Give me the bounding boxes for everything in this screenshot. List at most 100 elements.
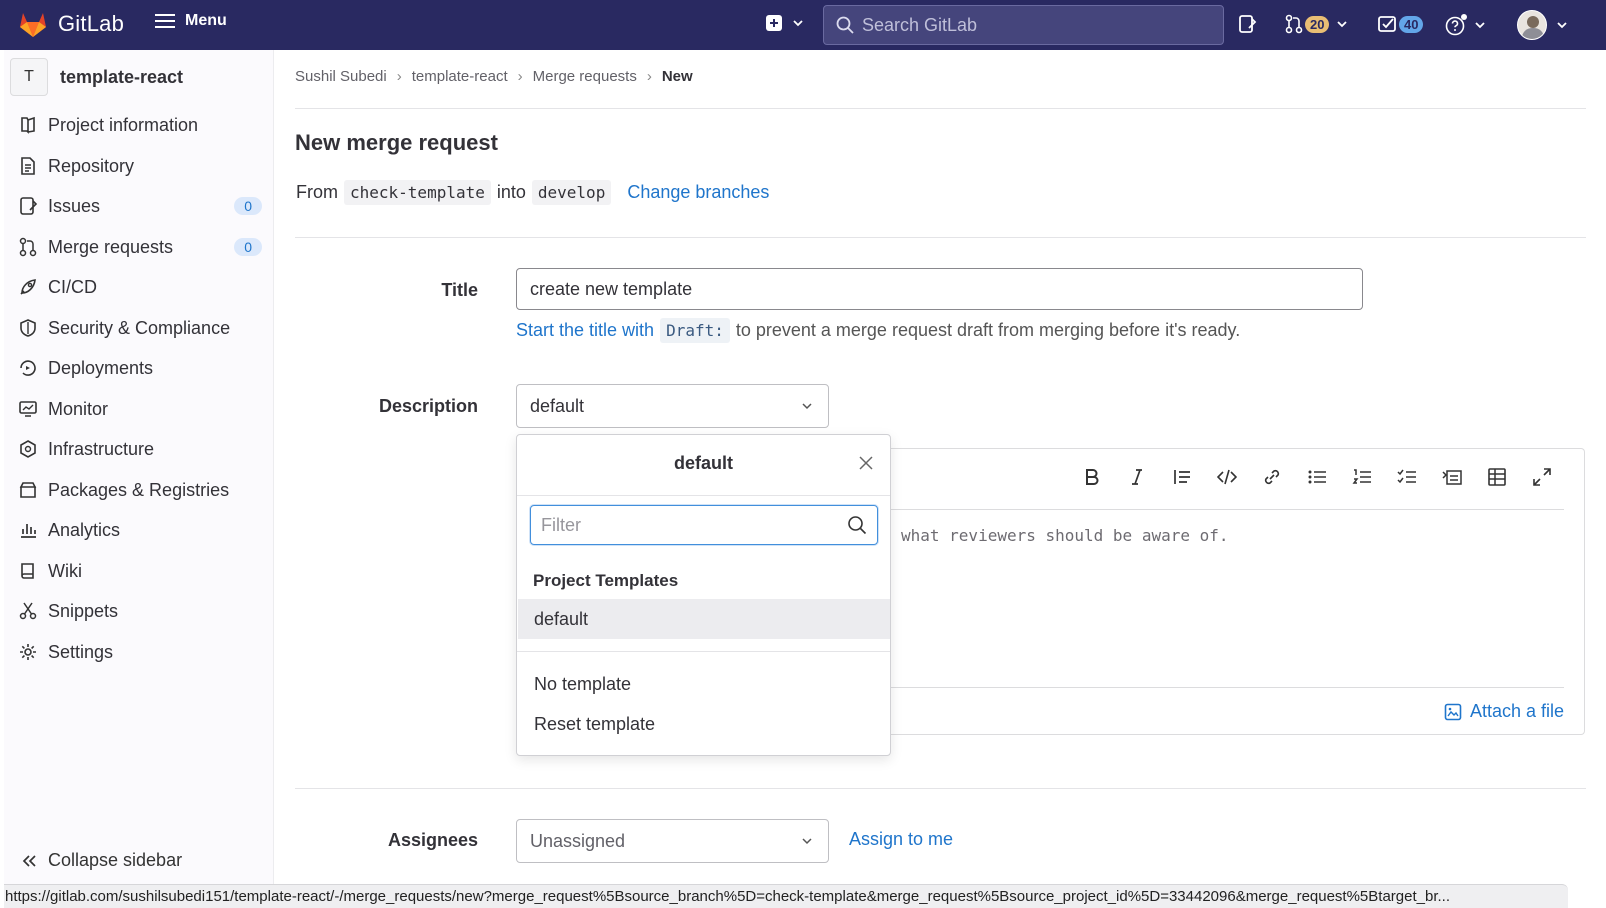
chevron-down-icon: [793, 20, 803, 27]
package-icon: [19, 482, 37, 498]
editor-toolbar: [1069, 461, 1564, 493]
document-icon: [21, 157, 35, 175]
code-button[interactable]: [1204, 461, 1249, 493]
collapsible-button[interactable]: [1429, 461, 1474, 493]
chevron-down-icon: [802, 403, 812, 410]
sidebar-item-wiki[interactable]: Wiki: [18, 552, 264, 590]
divider: [517, 651, 890, 652]
filter-placeholder: Filter: [541, 514, 581, 535]
cloud-gear-icon: [20, 440, 36, 458]
italic-button[interactable]: [1114, 461, 1159, 493]
issues-count-badge: 0: [234, 197, 262, 215]
table-button[interactable]: [1474, 461, 1519, 493]
fullscreen-button[interactable]: [1519, 461, 1564, 493]
filter-input[interactable]: Filter: [530, 505, 878, 545]
numbered-list-button[interactable]: [1339, 461, 1384, 493]
breadcrumb-project[interactable]: template-react: [412, 68, 508, 85]
deployments-icon: [20, 360, 36, 376]
project-header[interactable]: T template-react: [10, 58, 183, 96]
issues-icon: [20, 197, 38, 215]
sidebar-item-label: CI/CD: [48, 276, 97, 297]
merge-requests-nav-button[interactable]: 20: [1285, 14, 1349, 34]
sidebar-item-packages-registries[interactable]: Packages & Registries: [18, 471, 264, 509]
rocket-icon: [20, 279, 36, 295]
attach-file-button[interactable]: Attach a file: [1444, 701, 1564, 722]
draft-code: Draft:: [660, 318, 730, 343]
sidebar-item-merge-requests[interactable]: Merge requests 0: [18, 228, 264, 266]
title-input[interactable]: create new template: [516, 268, 1363, 310]
breadcrumb: Sushil Subedi › template-react › Merge r…: [295, 68, 693, 85]
breadcrumb-current[interactable]: New: [662, 68, 693, 85]
collapsible-section-icon: [1441, 470, 1462, 485]
bold-icon: [1085, 469, 1098, 485]
template-option-default[interactable]: default: [518, 599, 890, 639]
divider: [870, 687, 1564, 688]
change-branches-link[interactable]: Change branches: [627, 182, 769, 203]
help-icon: [1445, 14, 1467, 36]
browser-status-url: https://gitlab.com/sushilsubedi151/templ…: [4, 884, 1568, 908]
merge-request-icon: [1285, 14, 1303, 34]
scissors-icon: [19, 602, 37, 620]
sidebar-item-monitor[interactable]: Monitor: [18, 390, 264, 428]
issues-nav-button[interactable]: [1237, 14, 1257, 34]
description-textarea[interactable]: what reviewers should be aware of.: [901, 526, 1229, 545]
brand-name: GitLab: [58, 11, 125, 36]
assign-to-me-link[interactable]: Assign to me: [849, 829, 953, 850]
task-list-button[interactable]: [1384, 461, 1429, 493]
project-avatar: T: [10, 58, 48, 96]
no-template-option[interactable]: No template: [518, 664, 890, 704]
table-icon: [1487, 468, 1506, 486]
sidebar-item-settings[interactable]: Settings: [18, 633, 264, 671]
search-input[interactable]: Search GitLab: [823, 5, 1224, 45]
link-icon: [1264, 469, 1279, 485]
divider: [295, 108, 1586, 109]
merge-requests-count-badge: 20: [1305, 15, 1330, 33]
sidebar-item-project-information[interactable]: Project information: [18, 106, 264, 144]
sidebar-item-label: Snippets: [48, 600, 119, 621]
todo-checkbox-icon: [1378, 16, 1396, 32]
todos-nav-button[interactable]: 40: [1377, 14, 1424, 34]
draft-hint-link[interactable]: Start the title with: [516, 320, 654, 341]
user-menu-button[interactable]: [1517, 10, 1569, 40]
sidebar-item-label: Wiki: [48, 560, 82, 581]
book-icon: [21, 563, 34, 579]
collapse-sidebar-button[interactable]: Collapse sidebar: [20, 850, 182, 871]
draft-hint-text: to prevent a merge request draft from me…: [735, 320, 1241, 340]
sidebar-item-repository[interactable]: Repository: [18, 147, 264, 185]
chevron-right-icon: ›: [396, 68, 402, 85]
menu-label: Menu: [185, 12, 227, 29]
sidebar-item-ci-cd[interactable]: CI/CD: [18, 268, 264, 306]
quote-button[interactable]: [1159, 461, 1204, 493]
sidebar-item-deployments[interactable]: Deployments: [18, 349, 264, 387]
close-button[interactable]: [858, 455, 874, 476]
divider: [295, 788, 1586, 789]
menu-button[interactable]: Menu: [155, 12, 227, 30]
breadcrumb-user[interactable]: Sushil Subedi: [295, 68, 387, 85]
template-select[interactable]: default: [516, 384, 829, 428]
assignees-label: Assignees: [387, 830, 478, 850]
search-icon: [836, 16, 854, 34]
sidebar-item-issues[interactable]: Issues 0: [18, 187, 264, 225]
chevron-down-icon: [1337, 21, 1348, 28]
from-label: From: [296, 182, 338, 202]
sidebar-item-infrastructure[interactable]: Infrastructure: [18, 430, 264, 468]
breadcrumb-merge-requests[interactable]: Merge requests: [533, 68, 637, 85]
double-chevron-left-icon: [22, 854, 36, 867]
new-item-dropdown[interactable]: [765, 14, 805, 32]
todos-count-badge: 40: [1399, 15, 1424, 33]
sidebar-item-analytics[interactable]: Analytics: [18, 511, 264, 549]
reset-template-option[interactable]: Reset template: [518, 704, 890, 744]
help-menu-button[interactable]: [1445, 14, 1487, 36]
target-branch: develop: [531, 180, 612, 205]
sidebar-item-snippets[interactable]: Snippets: [18, 592, 264, 630]
issues-icon: [1239, 15, 1257, 33]
monitor-icon: [19, 401, 37, 417]
merge-requests-count-badge: 0: [234, 238, 262, 256]
assignees-select[interactable]: Unassigned: [516, 819, 829, 863]
bullet-list-button[interactable]: [1294, 461, 1339, 493]
sidebar-item-label: Issues: [48, 195, 101, 216]
gitlab-logo[interactable]: GitLab: [18, 10, 124, 38]
link-button[interactable]: [1249, 461, 1294, 493]
sidebar-item-security-compliance[interactable]: Security & Compliance: [18, 309, 264, 347]
bold-button[interactable]: [1069, 461, 1114, 493]
